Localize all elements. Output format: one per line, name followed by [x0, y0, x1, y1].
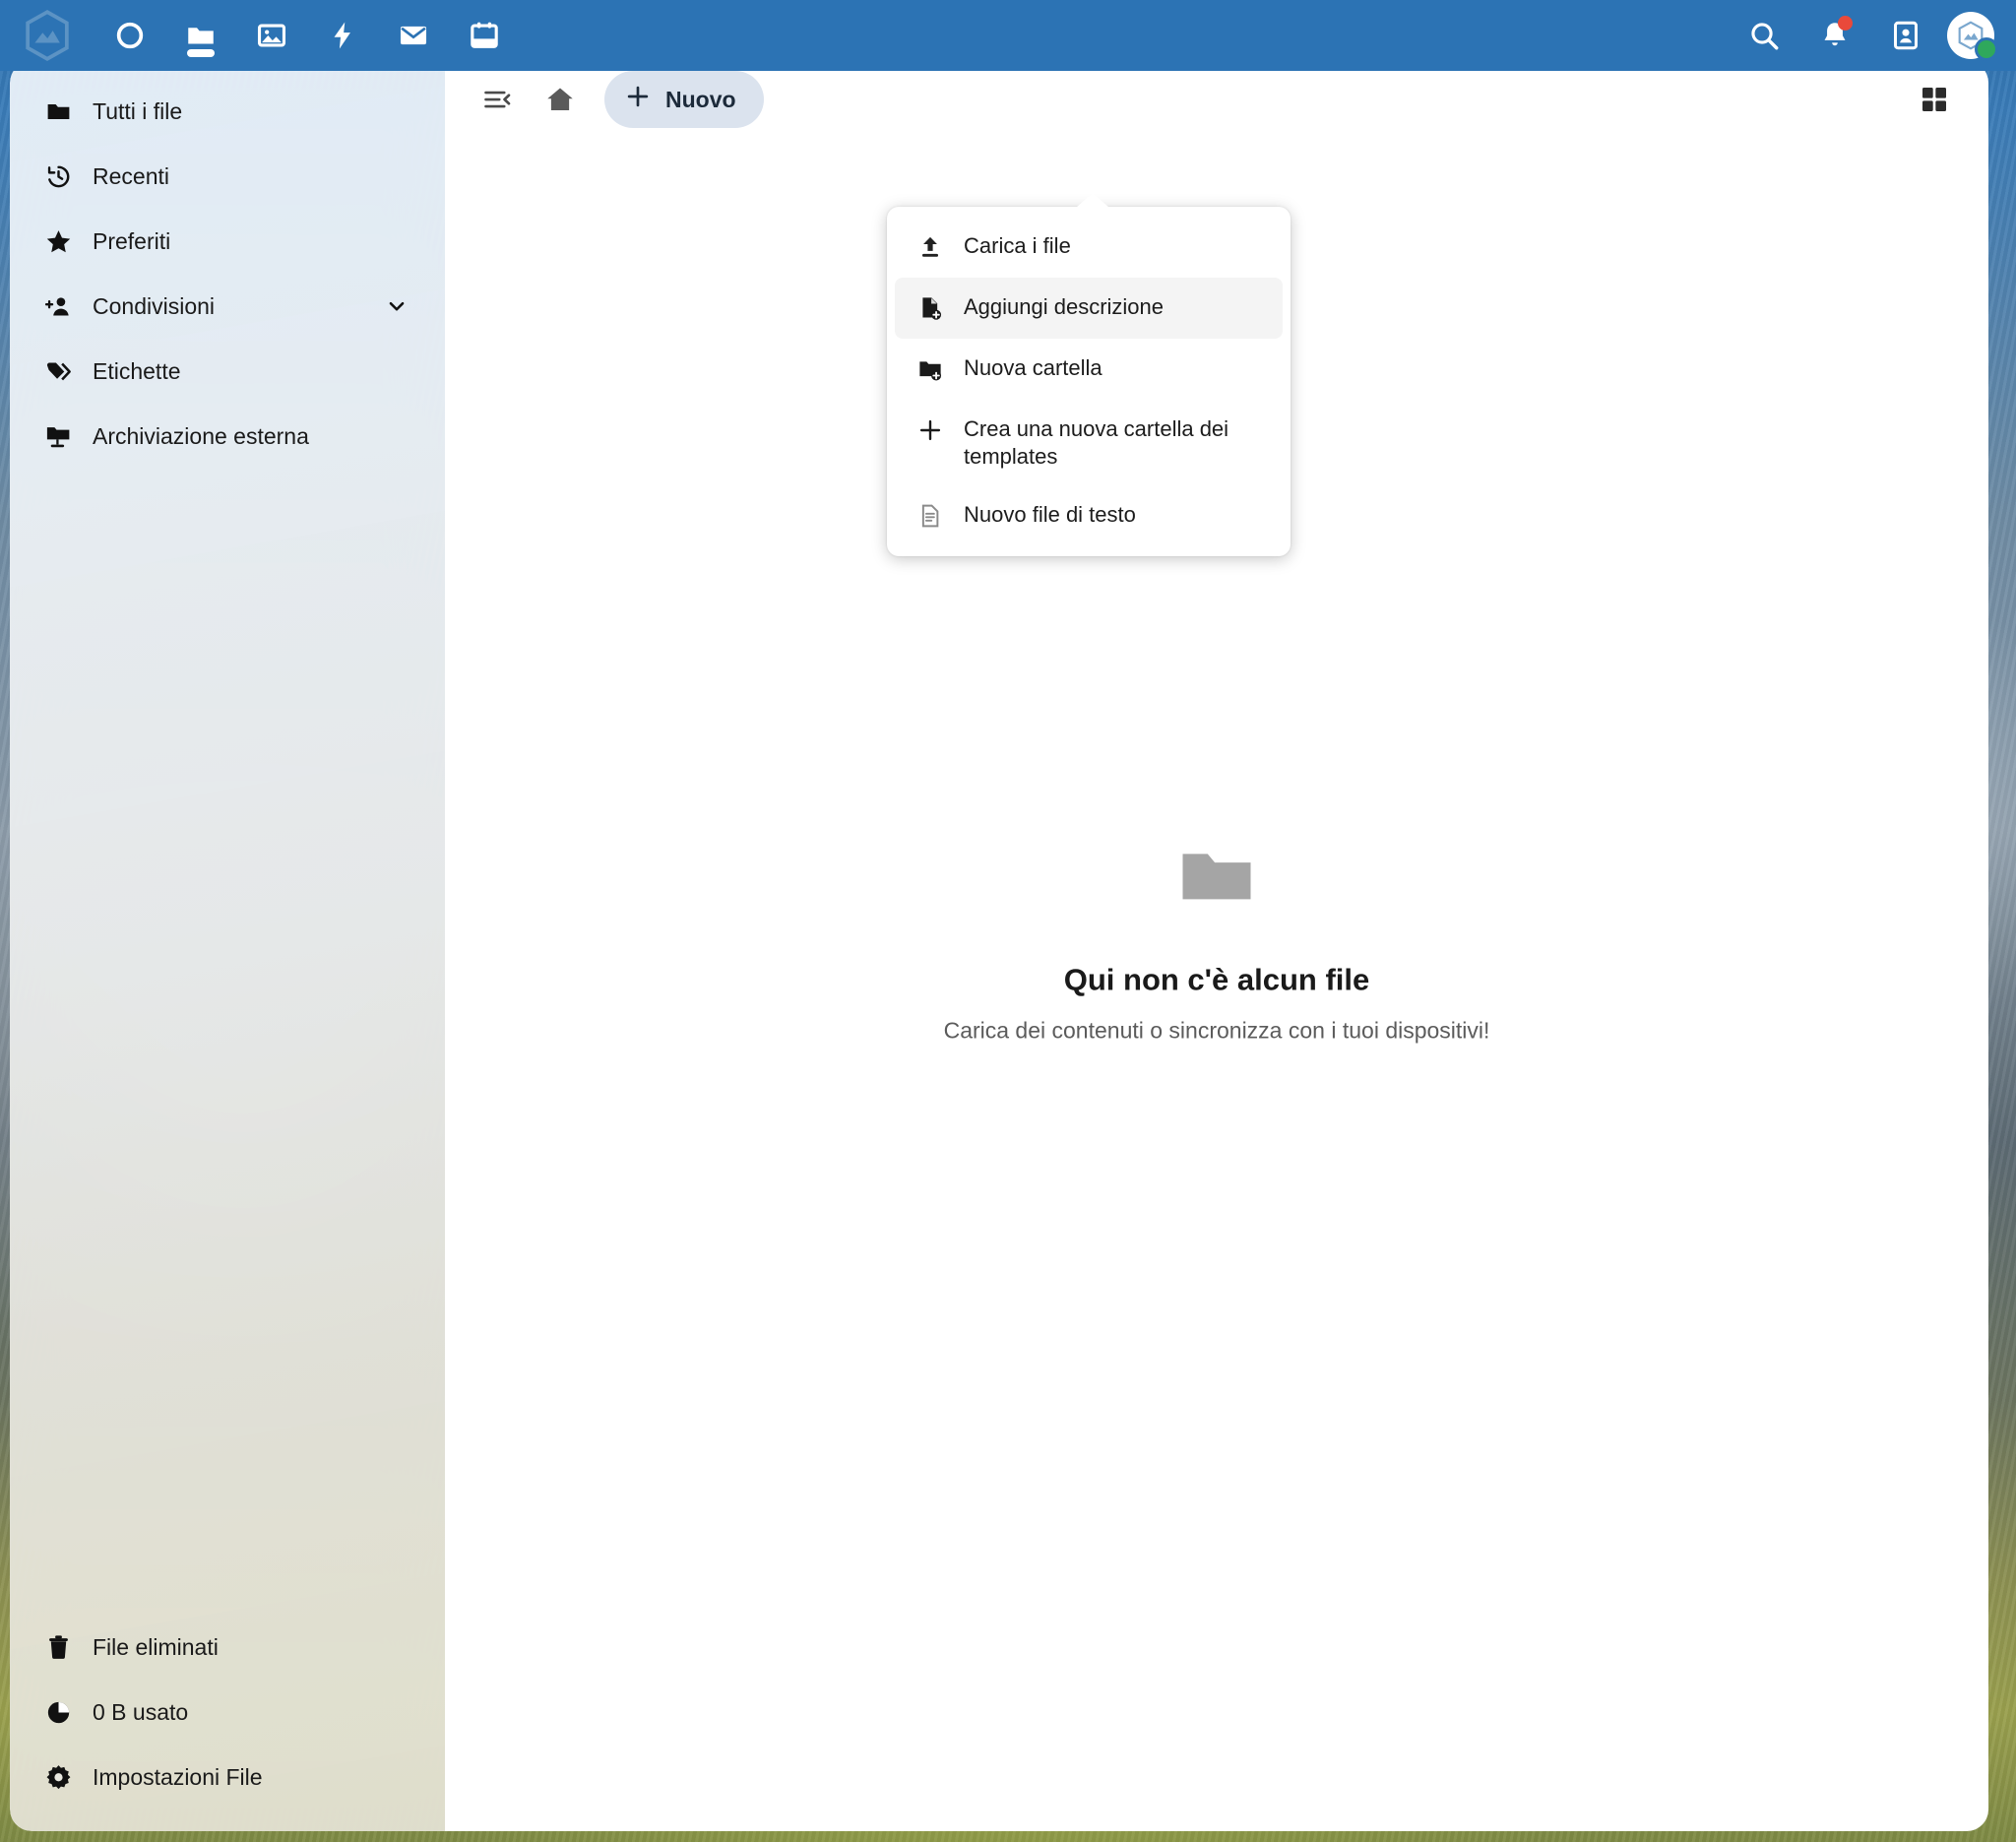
- sidebar-item-label: Condivisioni: [93, 292, 216, 319]
- menu-item-label: Nuova cartella: [964, 355, 1102, 380]
- files-toolbar: Nuovo: [445, 61, 1988, 138]
- sidebar-item-label: 0 B usato: [93, 1698, 189, 1725]
- sidebar-item-etichette[interactable]: Etichette: [24, 341, 431, 402]
- sidebar-item-label: Recenti: [93, 162, 169, 189]
- sidebar-item-recenti[interactable]: Recenti: [24, 146, 431, 207]
- empty-state-folder-icon: [1171, 831, 1262, 926]
- home-icon[interactable]: [532, 71, 589, 128]
- menu-item-crea-cartella-templates[interactable]: Crea una nuova cartella dei templates: [895, 400, 1283, 485]
- folder-icon: [41, 97, 75, 126]
- plus-icon: [624, 83, 652, 116]
- sidebar-item-label: Etichette: [93, 357, 181, 384]
- text-file-icon: [914, 501, 946, 529]
- avatar-online-status: [1975, 37, 1998, 61]
- plus-icon: [914, 415, 946, 443]
- sidebar-item-archiviazione-esterna[interactable]: Archiviazione esterna: [24, 406, 431, 467]
- user-avatar[interactable]: [1947, 12, 1998, 61]
- dropdown-pointer: [1076, 193, 1109, 208]
- pie-chart-icon: [41, 1698, 75, 1727]
- account-plus-icon: [41, 292, 75, 321]
- sidebar-item-tutti-i-file[interactable]: Tutti i file: [24, 81, 431, 142]
- collapse-sidebar-icon[interactable]: [469, 71, 526, 128]
- new-actions-dropdown: Carica i file Aggiungi descrizione Nuova…: [887, 193, 1291, 556]
- trash-icon: [41, 1633, 75, 1662]
- menu-item-label: Carica i file: [964, 233, 1071, 258]
- new-button-label: Nuovo: [665, 86, 736, 112]
- notifications-bell-icon[interactable]: [1799, 0, 1870, 71]
- navigation-sidebar: Tutti i file Recenti Preferiti Condivisi…: [10, 61, 445, 1831]
- empty-state-title: Qui non c'è alcun file: [1063, 962, 1370, 997]
- sidebar-item-label: Archiviazione esterna: [93, 422, 309, 449]
- nav-item-files[interactable]: [165, 0, 236, 71]
- files-app-window: Tutti i file Recenti Preferiti Condivisi…: [10, 61, 1988, 1831]
- menu-item-label: Crea una nuova cartella dei templates: [964, 416, 1229, 469]
- chevron-down-icon[interactable]: [380, 293, 413, 319]
- nav-item-photos[interactable]: [236, 0, 307, 71]
- sidebar-item-condivisioni[interactable]: Condivisioni: [24, 276, 431, 337]
- empty-state-subtitle: Carica dei contenuti o sincronizza con i…: [943, 1017, 1490, 1044]
- files-content-area: Nuovo Carica i file Aggiungi descrizione…: [445, 61, 1988, 1831]
- menu-item-label: Aggiungi descrizione: [964, 294, 1165, 319]
- new-button[interactable]: Nuovo: [604, 71, 764, 128]
- sidebar-item-label: Impostazioni File: [93, 1763, 263, 1790]
- upload-icon: [914, 232, 946, 260]
- menu-item-label: Nuovo file di testo: [964, 502, 1136, 527]
- header-nav-group: [0, 0, 520, 71]
- external-storage-icon: [41, 422, 75, 451]
- menu-item-aggiungi-descrizione[interactable]: Aggiungi descrizione: [895, 278, 1283, 339]
- sidebar-item-impostazioni-file[interactable]: Impostazioni File: [24, 1747, 431, 1808]
- nav-item-dashboard[interactable]: [94, 0, 165, 71]
- file-plus-icon: [914, 293, 946, 321]
- gear-icon: [41, 1763, 75, 1792]
- sidebar-item-label: Tutti i file: [93, 97, 183, 124]
- notification-badge-dot: [1838, 16, 1853, 31]
- nav-active-indicator: [187, 49, 215, 57]
- top-header-bar: [0, 0, 2016, 71]
- nav-item-calendar[interactable]: [449, 0, 520, 71]
- sidebar-item-preferiti[interactable]: Preferiti: [24, 211, 431, 272]
- content-scrollbar[interactable]: [1983, 61, 1988, 1831]
- nextcloud-logo[interactable]: [0, 0, 94, 71]
- search-icon[interactable]: [1729, 0, 1799, 71]
- header-actions-group: [1729, 0, 2016, 71]
- folder-plus-icon: [914, 354, 946, 382]
- history-icon: [41, 162, 75, 191]
- nav-item-activity[interactable]: [307, 0, 378, 71]
- menu-item-carica-i-file[interactable]: Carica i file: [895, 217, 1283, 278]
- contacts-icon[interactable]: [1870, 0, 1941, 71]
- nav-item-mail[interactable]: [378, 0, 449, 71]
- sidebar-item-storage-usage[interactable]: 0 B usato: [24, 1682, 431, 1743]
- star-icon: [41, 227, 75, 256]
- sidebar-item-label: Preferiti: [93, 227, 171, 254]
- empty-state: Qui non c'è alcun file Carica dei conten…: [445, 831, 1988, 1044]
- tag-icon: [41, 357, 75, 386]
- menu-item-nuova-cartella[interactable]: Nuova cartella: [895, 339, 1283, 400]
- sidebar-item-file-eliminati[interactable]: File eliminati: [24, 1617, 431, 1678]
- grid-view-toggle[interactable]: [1906, 71, 1963, 128]
- menu-item-nuovo-file-di-testo[interactable]: Nuovo file di testo: [895, 485, 1283, 546]
- sidebar-item-label: File eliminati: [93, 1633, 219, 1660]
